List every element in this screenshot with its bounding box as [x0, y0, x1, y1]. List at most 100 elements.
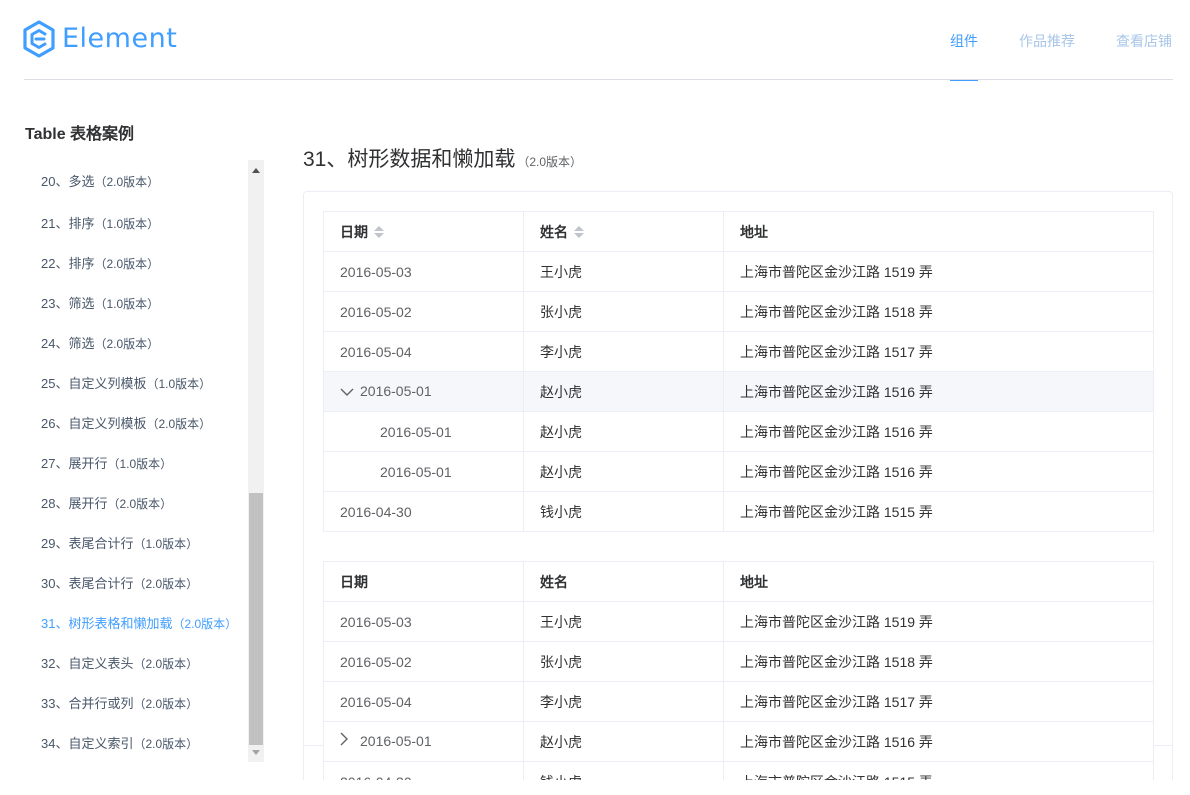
- date-cell: 2016-05-01: [323, 411, 524, 452]
- sidebar-item[interactable]: 32、自定义表头（2.0版本）: [24, 642, 264, 682]
- sidebar-item-label: 30、表尾合计行: [41, 576, 134, 591]
- sidebar-item-version: （2.0版本）: [94, 175, 160, 189]
- scroll-down-arrow-icon[interactable]: [248, 744, 264, 760]
- page-title-version: （2.0版本）: [517, 155, 583, 169]
- table-row-collapsed[interactable]: 2016-05-01 赵小虎 上海市普陀区金沙江路 1516 弄: [323, 721, 1154, 762]
- sidebar-item[interactable]: 29、表尾合计行（1.0版本）: [24, 522, 264, 562]
- date-cell: 2016-05-04: [323, 681, 524, 722]
- sidebar-item-version: （2.0版本）: [133, 737, 199, 751]
- table-row[interactable]: 2016-05-03 王小虎 上海市普陀区金沙江路 1519 弄: [323, 251, 1154, 292]
- name-cell: 赵小虎: [523, 371, 724, 412]
- table-row[interactable]: 2016-05-02 张小虎 上海市普陀区金沙江路 1518 弄: [323, 641, 1154, 682]
- page-title: 31、树形数据和懒加载 （2.0版本）: [303, 143, 582, 173]
- table-header-row: 日期 姓名 地址: [323, 561, 1154, 602]
- name-cell: 钱小虎: [523, 491, 724, 532]
- table-row-child[interactable]: 2016-05-01 赵小虎 上海市普陀区金沙江路 1516 弄: [323, 451, 1154, 492]
- table-row[interactable]: 2016-05-03 王小虎 上海市普陀区金沙江路 1519 弄: [323, 601, 1154, 642]
- date-cell: 2016-05-03: [323, 251, 524, 292]
- table-row[interactable]: 2016-04-30 钱小虎 上海市普陀区金沙江路 1515 弄: [323, 491, 1154, 532]
- sidebar-item-version: （2.0版本）: [172, 617, 238, 631]
- sidebar-item[interactable]: 20、多选（2.0版本）: [24, 160, 264, 202]
- date-text: 2016-05-01: [380, 423, 452, 440]
- date-cell: 2016-05-02: [323, 641, 524, 682]
- address-cell: 上海市普陀区金沙江路 1515 弄: [723, 491, 1154, 532]
- date-cell: 2016-05-04: [323, 331, 524, 372]
- column-header-date[interactable]: 日期: [323, 211, 524, 252]
- viewport-bottom-edge: [0, 780, 1190, 795]
- sidebar-item-version: （1.0版本）: [133, 537, 199, 551]
- sidebar-item-version: （1.0版本）: [146, 377, 212, 391]
- sidebar-item[interactable]: 26、自定义列模板（2.0版本）: [24, 402, 264, 442]
- date-cell: 2016-05-01: [323, 721, 524, 762]
- nav-item-shop[interactable]: 查看店铺: [1116, 0, 1172, 80]
- sidebar-item[interactable]: 34、自定义索引（2.0版本）: [24, 722, 264, 762]
- sidebar-item[interactable]: 24、筛选（2.0版本）: [24, 322, 264, 362]
- top-header: Element 组件 作品推荐 查看店铺: [0, 0, 1190, 81]
- date-cell: 2016-05-01: [323, 371, 524, 412]
- name-cell: 赵小虎: [523, 451, 724, 492]
- address-cell: 上海市普陀区金沙江路 1517 弄: [723, 681, 1154, 722]
- name-cell: 王小虎: [523, 251, 724, 292]
- date-cell: 2016-05-03: [323, 601, 524, 642]
- sidebar-item[interactable]: 22、排序（2.0版本）: [24, 242, 264, 282]
- date-cell: 2016-05-01: [323, 451, 524, 492]
- table-row[interactable]: 2016-05-04 李小虎 上海市普陀区金沙江路 1517 弄: [323, 681, 1154, 722]
- logo-text: Element: [62, 23, 178, 54]
- address-cell: 上海市普陀区金沙江路 1519 弄: [723, 251, 1154, 292]
- sidebar-item[interactable]: 21、排序（1.0版本）: [24, 202, 264, 242]
- nav-item-showcase[interactable]: 作品推荐: [1019, 0, 1075, 80]
- column-header-name: 姓名: [523, 561, 724, 602]
- chevron-down-icon[interactable]: [340, 383, 360, 399]
- sidebar-item-version: （2.0版本）: [133, 657, 199, 671]
- sidebar-item[interactable]: 27、展开行（1.0版本）: [24, 442, 264, 482]
- nav-item-components[interactable]: 组件: [950, 0, 978, 81]
- chevron-right-icon[interactable]: [340, 732, 360, 749]
- sidebar-item[interactable]: 28、展开行（2.0版本）: [24, 482, 264, 522]
- sidebar-item[interactable]: 25、自定义列模板（1.0版本）: [24, 362, 264, 402]
- sidebar-scrollbar[interactable]: [248, 160, 264, 762]
- sidebar-item-label: 31、树形表格和懒加载: [41, 616, 173, 631]
- sidebar-item-active[interactable]: 31、树形表格和懒加载（2.0版本）: [24, 602, 264, 642]
- sidebar-item-version: （2.0版本）: [107, 497, 173, 511]
- table-row-child[interactable]: 2016-05-01 赵小虎 上海市普陀区金沙江路 1516 弄: [323, 411, 1154, 452]
- name-cell: 李小虎: [523, 681, 724, 722]
- sort-caret-icon[interactable]: [574, 225, 584, 238]
- address-cell: 上海市普陀区金沙江路 1516 弄: [723, 371, 1154, 412]
- table-row[interactable]: 2016-05-04 李小虎 上海市普陀区金沙江路 1517 弄: [323, 331, 1154, 372]
- element-logo-icon: [23, 20, 55, 58]
- sidebar-item[interactable]: 30、表尾合计行（2.0版本）: [24, 562, 264, 602]
- element-logo[interactable]: Element: [22, 19, 177, 59]
- column-header-address: 地址: [723, 561, 1154, 602]
- column-header-name[interactable]: 姓名: [523, 211, 724, 252]
- address-cell: 上海市普陀区金沙江路 1519 弄: [723, 601, 1154, 642]
- date-text: 2016-05-01: [380, 463, 452, 480]
- sidebar-item-label: 23、筛选: [41, 296, 95, 311]
- sidebar-item-label: 25、自定义列模板: [41, 376, 147, 391]
- column-header-label: 地址: [740, 223, 768, 240]
- sidebar-item-version: （1.0版本）: [94, 217, 160, 231]
- sidebar-item[interactable]: 33、合并行或列（2.0版本）: [24, 682, 264, 722]
- sidebar-item-label: 28、展开行: [41, 496, 108, 511]
- sidebar-item-version: （2.0版本）: [94, 257, 160, 271]
- address-cell: 上海市普陀区金沙江路 1518 弄: [723, 641, 1154, 682]
- address-cell: 上海市普陀区金沙江路 1516 弄: [723, 721, 1154, 762]
- sort-caret-icon[interactable]: [374, 225, 384, 238]
- scroll-up-arrow-icon[interactable]: [248, 162, 264, 178]
- sidebar-item-version: （1.0版本）: [94, 297, 160, 311]
- sidebar-item-label: 22、排序: [41, 256, 95, 271]
- sidebar-title: Table 表格案例: [25, 126, 135, 143]
- sidebar-item-label: 24、筛选: [41, 336, 95, 351]
- table-row[interactable]: 2016-05-02 张小虎 上海市普陀区金沙江路 1518 弄: [323, 291, 1154, 332]
- table-row-expanded[interactable]: 2016-05-01 赵小虎 上海市普陀区金沙江路 1516 弄: [323, 371, 1154, 412]
- sidebar-item[interactable]: 23、筛选（1.0版本）: [24, 282, 264, 322]
- tree-table-lazy: 日期 姓名 地址 2016-05-03 王小虎 上海市普陀区金沙江路 1519 …: [323, 561, 1154, 795]
- address-cell: 上海市普陀区金沙江路 1516 弄: [723, 411, 1154, 452]
- tree-table-sortable: 日期 姓名 地址 2016-05-03 王小虎 上海市普陀区金沙江路 1519 …: [323, 211, 1154, 532]
- date-cell: 2016-05-02: [323, 291, 524, 332]
- sidebar-item-label: 26、自定义列模板: [41, 416, 147, 431]
- column-header-date: 日期: [323, 561, 524, 602]
- scrollbar-thumb[interactable]: [249, 493, 263, 745]
- table-header-row: 日期 姓名 地址: [323, 211, 1154, 252]
- header-divider: [24, 79, 1173, 80]
- sidebar-item-version: （2.0版本）: [146, 417, 212, 431]
